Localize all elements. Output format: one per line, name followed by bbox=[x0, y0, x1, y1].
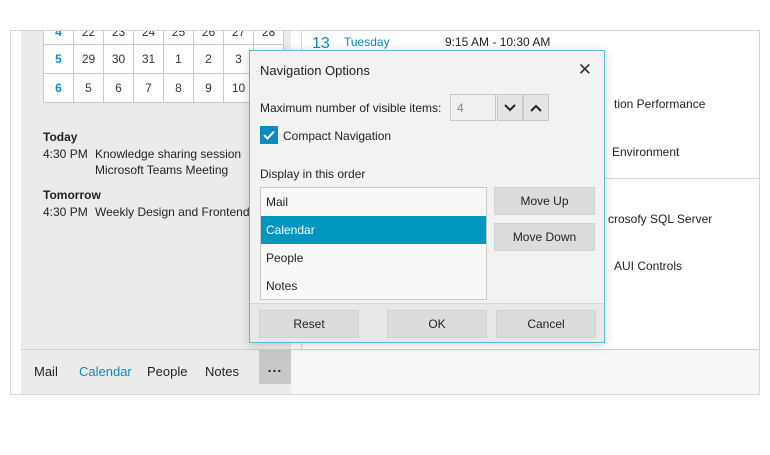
display-order-list[interactable]: Mail Calendar People Notes bbox=[260, 187, 487, 300]
agenda-subject: Weekly Design and Frontend Sy bbox=[95, 205, 267, 219]
tomorrow-heading: Tomorrow bbox=[43, 188, 101, 202]
chevron-down-icon bbox=[504, 103, 516, 111]
navigation-bar-left: Mail Calendar People Notes ... bbox=[21, 350, 291, 394]
appointment-title[interactable]: AUI Controls bbox=[614, 259, 682, 273]
date-day: Tuesday bbox=[344, 35, 390, 49]
list-item-mail[interactable]: Mail bbox=[261, 188, 486, 216]
week-number[interactable]: 5 bbox=[43, 44, 74, 74]
today-heading: Today bbox=[43, 130, 78, 144]
list-item-people[interactable]: People bbox=[261, 244, 486, 272]
calendar-day[interactable]: 6 bbox=[103, 73, 134, 103]
close-icon[interactable]: ✕ bbox=[578, 60, 592, 80]
calendar-day[interactable]: 29 bbox=[73, 44, 104, 74]
ok-button[interactable]: OK bbox=[387, 310, 487, 338]
calendar-week-row: 6 5 6 7 8 9 10 11 bbox=[43, 73, 284, 103]
agenda-location: Microsoft Teams Meeting bbox=[95, 163, 229, 177]
nav-item-mail[interactable]: Mail bbox=[34, 364, 58, 379]
agenda-item[interactable]: 4:30 PM Knowledge sharing session bbox=[43, 147, 241, 161]
agenda-time: 4:30 PM bbox=[43, 147, 88, 161]
calendar-day[interactable]: 5 bbox=[73, 73, 104, 103]
increment-button[interactable] bbox=[523, 94, 549, 121]
appointment-time: 9:15 AM - 10:30 AM bbox=[445, 35, 551, 49]
compact-navigation-checkbox[interactable] bbox=[260, 126, 278, 144]
calendar-day[interactable]: 1 bbox=[163, 44, 194, 74]
nav-item-calendar[interactable]: Calendar bbox=[79, 364, 132, 379]
more-options-button[interactable]: ... bbox=[259, 350, 291, 384]
display-order-label: Display in this order bbox=[260, 167, 366, 181]
appointment-title[interactable]: Environment bbox=[612, 145, 679, 159]
max-visible-items-input[interactable] bbox=[450, 94, 496, 121]
checkmark-icon bbox=[263, 130, 275, 140]
move-up-button[interactable]: Move Up bbox=[494, 187, 595, 215]
list-item-notes[interactable]: Notes bbox=[261, 272, 486, 300]
max-visible-items-label: Maximum number of visible items: bbox=[260, 101, 442, 115]
calendar-day[interactable]: 8 bbox=[163, 73, 194, 103]
calendar-day[interactable]: 2 bbox=[193, 44, 224, 74]
compact-navigation-label[interactable]: Compact Navigation bbox=[283, 129, 391, 143]
calendar-day[interactable]: 7 bbox=[133, 73, 164, 103]
reset-button[interactable]: Reset bbox=[259, 310, 359, 338]
navigation-options-dialog: Navigation Options ✕ Maximum number of v… bbox=[249, 50, 605, 343]
nav-item-people[interactable]: People bbox=[147, 364, 187, 379]
navigation-bar: Mail Calendar People Notes ... bbox=[21, 349, 759, 394]
calendar-week-row: 5 29 30 31 1 2 3 4 bbox=[43, 44, 284, 74]
calendar-day[interactable]: 30 bbox=[103, 44, 134, 74]
chevron-up-icon bbox=[530, 104, 542, 112]
appointment-title[interactable]: tion Performance bbox=[614, 97, 705, 111]
calendar-day[interactable]: 9 bbox=[193, 73, 224, 103]
agenda-item[interactable]: 4:30 PM Weekly Design and Frontend Sy bbox=[43, 205, 267, 219]
agenda-subject: Knowledge sharing session bbox=[95, 147, 242, 161]
cancel-button[interactable]: Cancel bbox=[496, 310, 596, 338]
agenda-time: 4:30 PM bbox=[43, 205, 88, 219]
nav-item-notes[interactable]: Notes bbox=[205, 364, 239, 379]
appointment-title[interactable]: crosofy SQL Server bbox=[608, 212, 712, 226]
week-number[interactable]: 6 bbox=[43, 73, 74, 103]
dialog-footer: Reset OK Cancel bbox=[250, 303, 604, 342]
decrement-button[interactable] bbox=[497, 94, 523, 121]
move-down-button[interactable]: Move Down bbox=[494, 223, 595, 251]
calendar-day[interactable]: 31 bbox=[133, 44, 164, 74]
dialog-title: Navigation Options bbox=[260, 63, 370, 78]
list-item-calendar[interactable]: Calendar bbox=[261, 216, 486, 244]
